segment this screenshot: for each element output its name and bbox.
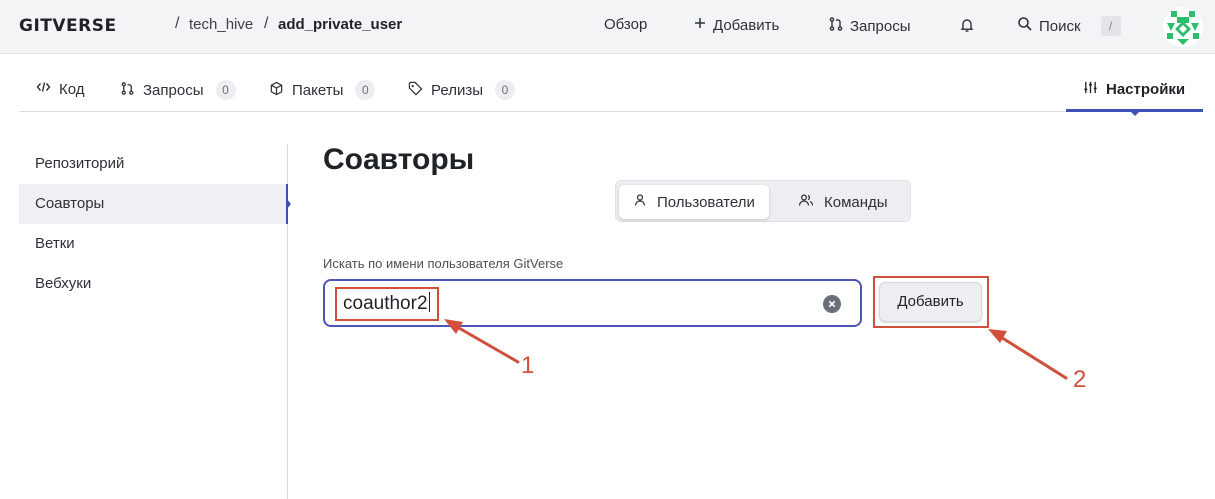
annotation-arrows <box>444 319 1068 380</box>
annotation-arrow-2 <box>994 332 1068 380</box>
annotation-arrow-1 <box>450 322 520 364</box>
annotation-number-2: 2 <box>1073 366 1087 393</box>
annotation-arrowhead-2 <box>988 329 1007 343</box>
annotation-number-1: 1 <box>521 352 535 379</box>
annotation-arrowhead-1 <box>444 319 463 334</box>
